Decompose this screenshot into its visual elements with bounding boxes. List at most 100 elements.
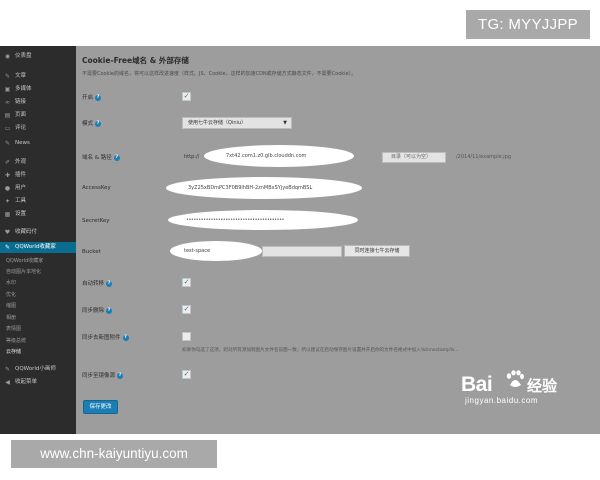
submenu-item[interactable]: 优化 — [6, 291, 16, 299]
comment-icon: ▭ — [4, 125, 11, 132]
sidebar-item-links[interactable]: ∞ 链接 — [0, 97, 76, 108]
accesskey-input[interactable]: 3yZ25xBDmPC3F0B9lhBH-2znMBxSYjyeBdqmBSL — [166, 177, 362, 199]
mode-select-value: 使用七牛云存储（Qiniu） — [188, 120, 247, 126]
submenu-item-cloud-storage[interactable]: 云存储 — [6, 348, 21, 356]
page-icon: ▤ — [4, 112, 11, 119]
domain-label: 域名 & 路径 — [82, 155, 112, 161]
domain-input[interactable]: 7xt42.com1.z0.glb.clouddn.com — [204, 145, 354, 167]
secretkey-label: SecretKey — [82, 218, 110, 224]
secretkey-input[interactable]: •••••••••••••••••••••••••••••••••••••••• — [168, 210, 358, 230]
mode-select[interactable]: 使用七牛云存储（Qiniu） ▼ — [182, 117, 292, 129]
save-changes-button[interactable]: 保存更改 — [83, 400, 118, 414]
sidebar-item-media[interactable]: ▣ 多媒体 — [0, 84, 76, 95]
submenu-item[interactable]: 等级总统 — [6, 337, 26, 345]
watermark-brand-right: 经验 — [527, 377, 558, 395]
admin-sidebar: ◉ 仪表盘 ✎ 文章 ▣ 多媒体 ∞ 链接 ▤ 页面 ▭ 评论 ✎ News ✐ — [0, 46, 76, 434]
sidebar-item-posts[interactable]: ✎ 文章 — [0, 71, 76, 82]
bucket-input[interactable]: test-space — [170, 241, 262, 261]
sidebar-item-news[interactable]: ✎ News — [0, 138, 76, 149]
bucket-input-tail[interactable] — [262, 246, 342, 257]
pin-icon: ✎ — [4, 366, 11, 373]
submenu-item[interactable]: QQWorld收藏家 — [6, 257, 43, 265]
baidu-jingyan-watermark: Bai 经验 jingyan.baidu.com — [461, 370, 566, 405]
submenu-item[interactable]: 表情图 — [6, 325, 21, 333]
enable-checkbox[interactable]: ✓ — [182, 92, 191, 101]
sidebar-collapse-menu[interactable]: ◀ 收起菜单 — [0, 377, 76, 388]
sidebar-item-plugins[interactable]: ✚ 插件 — [0, 170, 76, 181]
pin-icon: ✎ — [4, 244, 11, 251]
submenu-item[interactable]: 相册 — [6, 314, 16, 322]
sidebar-item-appearance[interactable]: ✐ 外观 — [0, 157, 76, 168]
sidebar-item-label: 链接 — [15, 99, 27, 105]
help-icon[interactable]: ? — [106, 280, 113, 287]
secretkey-input-value: •••••••••••••••••••••••••••••••••••••••• — [186, 217, 284, 223]
path-input[interactable]: 目录（可以为空） — [382, 152, 446, 163]
accesskey-input-value: 3yZ25xBDmPC3F0B9lhBH-2znMBxSYjyeBdqmBSL — [188, 185, 313, 191]
sidebar-item-label: 插件 — [15, 172, 27, 178]
help-icon[interactable]: ? — [117, 372, 124, 379]
page-description: 不需要Cookie的域名，将可以这样改进速度（样式、JS、Cookie，这样的加… — [82, 71, 357, 77]
sidebar-item-favorites[interactable]: ♥ 收藏码付 — [0, 227, 76, 238]
help-icon[interactable]: ? — [113, 154, 120, 161]
pin-icon: ✎ — [4, 73, 11, 80]
sync-delete-checkbox[interactable]: ✓ — [182, 305, 191, 314]
sidebar-item-comments[interactable]: ▭ 评论 — [0, 123, 76, 134]
help-icon[interactable]: ? — [95, 94, 102, 101]
watermark-url: jingyan.baidu.com — [465, 396, 538, 405]
sync-mirror-checkbox[interactable]: ✓ — [182, 370, 191, 379]
help-icon[interactable]: ? — [95, 120, 102, 127]
heart-icon: ♥ — [4, 229, 11, 236]
media-icon: ▣ — [4, 86, 11, 93]
sidebar-item-label: 页面 — [15, 112, 27, 118]
mode-row-label: 模式? — [82, 119, 102, 127]
sidebar-item-label: 用户 — [15, 185, 27, 191]
path-input-value: 目录（可以为空） — [391, 154, 432, 160]
wrench-icon: ✦ — [4, 198, 11, 205]
sync-new-label: 同步去新图附件 — [82, 335, 121, 341]
watermark-brand-left: Bai — [461, 373, 493, 396]
connect-qiniu-button[interactable]: 同时连接七牛云存储 — [344, 245, 410, 257]
telegram-tag-banner: TG: MYYJJPP — [466, 10, 590, 39]
help-icon[interactable]: ? — [122, 334, 129, 341]
sync-delete-label: 同步删除 — [82, 308, 105, 314]
sidebar-item-pages[interactable]: ▤ 页面 — [0, 110, 76, 121]
domain-row-label: 域名 & 路径? — [82, 153, 120, 161]
submenu-item[interactable]: 自动图片本地化 — [6, 268, 41, 276]
sidebar-item-qqworld-collector[interactable]: ✎ QQWorld收藏家 — [0, 242, 76, 253]
brush-icon: ✐ — [4, 159, 11, 166]
sidebar-item-users[interactable]: ● 用户 — [0, 183, 76, 194]
dashboard-icon: ◉ — [4, 53, 11, 60]
sidebar-item-label: QQWorld小画师 — [15, 366, 56, 372]
auto-sync-checkbox[interactable]: ✓ — [182, 278, 191, 287]
auto-sync-label: 自动转移 — [82, 281, 105, 287]
paw-logo-icon — [506, 370, 524, 387]
secretkey-row-label: SecretKey — [82, 218, 110, 224]
sync-mirror-label: 同步至镜像源 — [82, 373, 116, 379]
sidebar-item-label: 评论 — [15, 125, 27, 131]
site-url-banner: www.chn-kaiyuntiyu.com — [11, 440, 217, 468]
sync-mirror-row-label: 同步至镜像源? — [82, 371, 124, 379]
mode-label: 模式 — [82, 121, 94, 127]
accesskey-row-label: AccessKey — [82, 185, 111, 191]
plugin-icon: ✚ — [4, 172, 11, 179]
user-icon: ● — [4, 185, 11, 192]
sidebar-item-dashboard[interactable]: ◉ 仪表盘 — [0, 51, 76, 62]
page-title: Cookie-Free域名 & 外部存储 — [82, 56, 189, 65]
submenu-item[interactable]: 水印 — [6, 279, 16, 287]
sidebar-item-qqworld-painter[interactable]: ✎ QQWorld小画师 — [0, 364, 76, 375]
help-icon[interactable]: ? — [106, 307, 113, 314]
settings-icon: ▦ — [4, 211, 11, 218]
domain-protocol: http:// — [184, 154, 200, 160]
submenu-item[interactable]: 缩图 — [6, 302, 16, 310]
bucket-label: Bucket — [82, 249, 101, 255]
accesskey-label: AccessKey — [82, 185, 111, 191]
sync-delete-row-label: 同步删除? — [82, 306, 113, 314]
link-icon: ∞ — [5, 99, 10, 106]
sidebar-item-tools[interactable]: ✦ 工具 — [0, 196, 76, 207]
sync-new-checkbox[interactable] — [182, 332, 191, 341]
sidebar-item-settings[interactable]: ▦ 设置 — [0, 209, 76, 220]
sidebar-item-label: 多媒体 — [15, 86, 32, 92]
enable-row-label: 开启? — [82, 93, 102, 101]
collapse-icon: ◀ — [5, 379, 10, 386]
sidebar-item-label: QQWorld收藏家 — [15, 244, 56, 250]
